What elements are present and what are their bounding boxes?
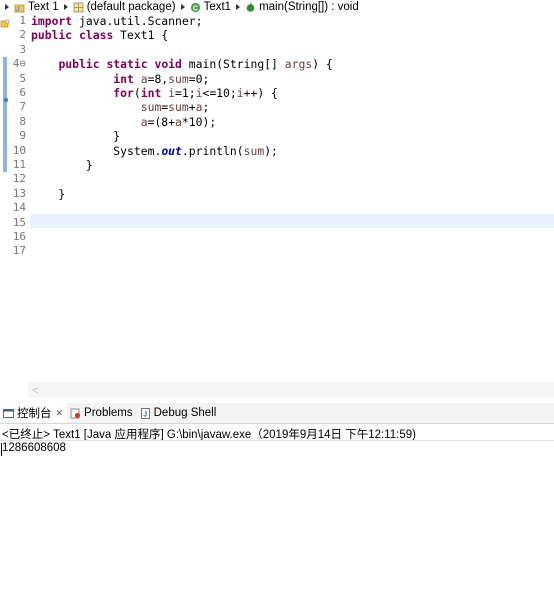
chevron-right-icon[interactable] — [236, 4, 241, 10]
line-number: 3 — [19, 42, 26, 56]
scroll-left-icon[interactable]: < — [32, 385, 38, 397]
code-line[interactable]: } — [31, 187, 65, 201]
code-line[interactable]: int a=8,sum=0; — [31, 72, 209, 86]
code-line[interactable]: a=(8+a*10); — [31, 115, 216, 129]
console-output[interactable]: 1286608608 — [2, 442, 66, 454]
chevron-right-icon[interactable] — [63, 4, 68, 10]
line-number: 4⊖ — [12, 57, 26, 71]
svg-text:J: J — [143, 411, 147, 418]
console-icon — [3, 408, 14, 419]
tab-problems[interactable]: Problems — [67, 403, 137, 423]
breadcrumb-package[interactable]: (default package) — [73, 1, 176, 13]
line-number: 16 — [12, 230, 26, 243]
line-number: 2 — [19, 28, 26, 42]
breadcrumb-package-label: (default package) — [86, 1, 176, 13]
line-number: 10 — [12, 143, 26, 157]
close-icon[interactable]: ✕ — [56, 408, 64, 419]
code-editor[interactable]: 1 2 3 4⊖ 5 6 7 8 9 10 11 12 13 14 15 16 17 import java.u… — [0, 14, 554, 398]
tab-problems-label: Problems — [84, 407, 133, 419]
breadcrumb-project-label: Text 1 — [28, 1, 59, 13]
tab-debug-shell-label: Debug Shell — [153, 407, 217, 419]
line-number: 11 — [12, 158, 26, 171]
method-icon: s — [245, 2, 256, 13]
breadcrumb-method-label: main(String[]) : void — [259, 1, 359, 13]
code-line[interactable]: System.out.println(sum); — [31, 144, 278, 158]
breadcrumb-method[interactable]: s main(String[]) : void — [245, 1, 359, 13]
line-number: 6 — [19, 86, 26, 99]
project-folder-icon: J — [14, 2, 25, 13]
console-tab-bar: 控制台 ✕ Problems J Debug Shell — [0, 403, 554, 424]
breadcrumb-class-label: Text1 — [203, 1, 232, 13]
line-number: 5 — [19, 71, 26, 85]
console-divider — [0, 440, 554, 441]
class-icon: C — [190, 2, 201, 13]
current-line-highlight — [30, 214, 554, 229]
line-number: 14 — [12, 201, 26, 215]
code-line[interactable]: sum=sum+a; — [31, 100, 210, 114]
tab-debug-shell[interactable]: J Debug Shell — [137, 403, 221, 423]
code-line[interactable]: } — [31, 129, 120, 143]
line-number: 12 — [12, 172, 26, 186]
code-line[interactable]: } — [31, 158, 93, 172]
debug-shell-icon: J — [140, 407, 151, 419]
line-number: 7 — [19, 100, 26, 114]
tab-console[interactable]: 控制台 ✕ — [0, 403, 68, 423]
chevron-right-icon[interactable] — [180, 4, 185, 10]
package-icon — [73, 2, 84, 13]
horizontal-scrollbar[interactable]: < — [28, 382, 554, 398]
svg-text:C: C — [193, 5, 198, 12]
code-line[interactable]: import java.util.Scanner; — [31, 14, 202, 28]
line-number-gutter: 1 2 3 4⊖ 5 6 7 8 9 10 11 12 13 14 15 16 17 — [0, 14, 28, 384]
tab-console-label: 控制台 — [17, 408, 52, 420]
code-line[interactable]: public static void main(String[] args) { — [31, 57, 332, 71]
line-number: 9 — [19, 129, 26, 143]
problems-icon — [70, 408, 81, 419]
breadcrumb-project[interactable]: J Text 1 — [14, 1, 59, 13]
breadcrumb-class[interactable]: C Text1 — [190, 1, 232, 13]
code-line[interactable]: public class Text1 { — [31, 28, 168, 42]
code-line[interactable]: for(int i=1;i<=10;i++) { — [31, 86, 278, 100]
breadcrumb: J Text 1 (default package) C Text1 s mai… — [0, 0, 554, 14]
chevron-right-icon[interactable] — [5, 4, 9, 10]
line-number: 17 — [12, 244, 26, 258]
line-number: 1 — [19, 14, 26, 27]
svg-text:J: J — [16, 7, 19, 13]
line-number: 13 — [12, 186, 26, 200]
line-number: 8 — [19, 114, 26, 128]
line-number: 15 — [12, 215, 26, 229]
